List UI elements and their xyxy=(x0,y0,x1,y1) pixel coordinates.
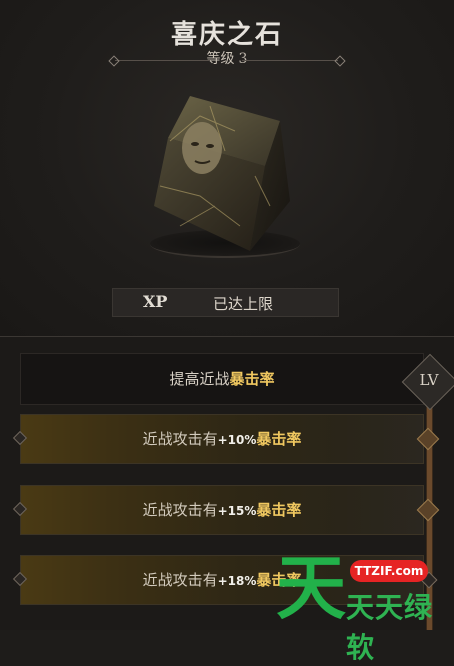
effect-summary-row: 提高近战暴击率 xyxy=(20,353,424,405)
tier-prefix: 近战攻击有 xyxy=(142,571,218,589)
title-divider-left xyxy=(115,60,210,61)
tier-row-1[interactable]: 近战攻击有+10%暴击率 xyxy=(20,414,424,464)
xp-label: XP xyxy=(143,292,168,311)
site-watermark: 天 TTZIF.com 天天绿软 xyxy=(276,547,454,664)
stone-cube-icon xyxy=(140,86,310,256)
tier-value: +15% xyxy=(217,504,257,518)
level-label: 等级 xyxy=(206,51,235,67)
item-detail-panel: 喜庆之石 等级 3 XP 已达上限 xyxy=(0,0,454,336)
tier-value: +18% xyxy=(217,574,257,588)
effect-summary-prefix: 提高近战 xyxy=(169,370,230,388)
tier-prefix: 近战攻击有 xyxy=(142,430,218,448)
tier-highlight: 暴击率 xyxy=(256,501,302,519)
tier-row-2[interactable]: 近战攻击有+15%暴击率 xyxy=(20,485,424,535)
watermark-big-char: 天 xyxy=(276,547,346,629)
watermark-text: 天天绿软 xyxy=(346,591,434,664)
level-value: 3 xyxy=(238,51,248,67)
xp-status: 已达上限 xyxy=(213,295,274,313)
item-level: 等级 3 xyxy=(0,48,454,68)
item-title: 喜庆之石 xyxy=(170,20,283,50)
tier-prefix: 近战攻击有 xyxy=(142,501,218,519)
lv-badge-label: LV xyxy=(419,371,439,389)
tier-highlight: 暴击率 xyxy=(256,430,302,448)
effect-summary-highlight: 暴击率 xyxy=(229,370,275,388)
title-divider-right xyxy=(242,60,338,61)
xp-bar: XP 已达上限 xyxy=(112,288,339,317)
watermark-badge: TTZIF.com xyxy=(350,560,428,582)
tier-value: +10% xyxy=(217,433,257,447)
